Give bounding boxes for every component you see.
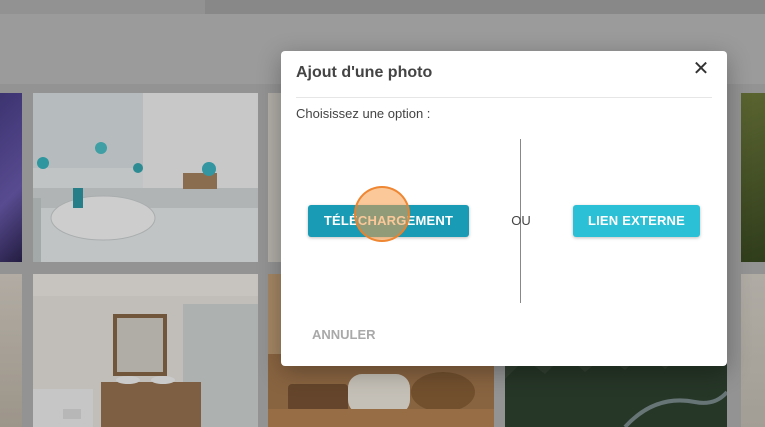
external-link-button[interactable]: LIEN EXTERNE (573, 205, 700, 237)
add-photo-dialog: Ajout d'une photo ✕ Choisissez une optio… (281, 51, 727, 366)
click-indicator (354, 186, 410, 242)
title-divider (296, 97, 712, 98)
or-label: OU (511, 213, 531, 228)
dialog-title: Ajout d'une photo (296, 64, 433, 81)
cancel-button[interactable]: ANNULER (312, 327, 376, 342)
close-icon[interactable]: ✕ (689, 57, 713, 81)
dialog-prompt: Choisissez une option : (296, 106, 431, 121)
